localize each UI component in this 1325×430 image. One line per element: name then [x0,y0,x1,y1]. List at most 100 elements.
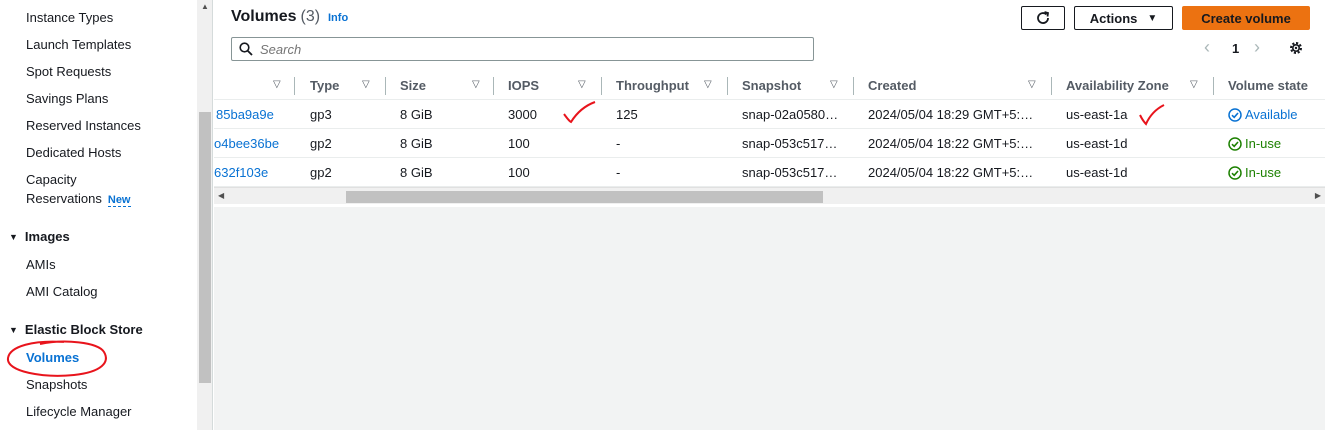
cell-size: 8 GiB [400,136,433,151]
check-circle-icon [1228,107,1242,122]
sort-icon[interactable]: ▽ [830,79,838,90]
column-header-volume-state[interactable]: Volume state [1228,78,1308,93]
cell-type: gp3 [310,107,332,122]
scroll-left-arrow-icon[interactable]: ◀ [218,191,224,200]
table-row[interactable]: 85ba9a9e gp3 8 GiB 3000 125 snap-02a0580… [214,100,1325,129]
cell-iops: 100 [508,136,530,151]
sidebar-item-dedicated-hosts[interactable]: Dedicated Hosts [26,145,121,160]
sort-icon[interactable]: ▽ [704,79,712,90]
column-header-type[interactable]: Type [310,78,339,93]
volume-id-link[interactable]: 85ba9a9e [216,107,274,122]
refresh-button[interactable] [1021,6,1065,30]
sidebar-item-label: Capacity [26,172,77,187]
cell-size: 8 GiB [400,107,433,122]
column-header-size[interactable]: Size [400,78,426,93]
column-divider[interactable] [727,77,728,95]
column-header-created[interactable]: Created [868,78,916,93]
preferences-button[interactable] [1288,40,1304,61]
cell-throughput: - [616,136,621,151]
scroll-right-arrow-icon[interactable]: ▶ [1315,191,1321,200]
sidebar-group-images[interactable]: ▼ Images [9,229,70,244]
sort-icon[interactable]: ▽ [1028,79,1036,90]
previous-page-button[interactable]: ‹ [1204,37,1210,58]
sort-icon[interactable]: ▽ [578,79,586,90]
cell-snapshot[interactable]: snap-053c517… [742,136,837,151]
status-text: Available [1245,107,1298,122]
sort-icon[interactable]: ▽ [472,79,480,90]
table-horizontal-scrollbar[interactable]: ◀ ▶ [214,187,1325,204]
column-divider[interactable] [294,77,295,95]
column-divider[interactable] [385,77,386,95]
column-divider[interactable] [493,77,494,95]
sidebar-item-savings-plans[interactable]: Savings Plans [26,91,108,106]
sort-icon[interactable]: ▽ [273,79,281,90]
cell-iops: 3000 [508,107,537,122]
caret-down-icon: ▼ [9,232,18,242]
column-header-throughput[interactable]: Throughput [616,78,689,93]
sidebar-group-elastic-block-store[interactable]: ▼ Elastic Block Store [9,322,143,337]
column-divider[interactable] [601,77,602,95]
sort-icon[interactable]: ▽ [1190,79,1198,90]
page-title: Volumes (3) [231,8,320,26]
search-input[interactable] [260,41,800,57]
column-header-availability-zone[interactable]: Availability Zone [1066,78,1169,93]
volume-id-link[interactable]: o4bee36be [214,136,279,151]
sidebar-item-launch-templates[interactable]: Launch Templates [26,37,131,52]
column-header-iops[interactable]: IOPS [508,78,539,93]
sidebar-item-spot-requests[interactable]: Spot Requests [26,64,111,79]
cell-created: 2024/05/04 18:29 GMT+5:… [868,107,1034,122]
status-badge: In-use [1228,165,1281,180]
volume-count: (3) [300,8,321,25]
main-content: Volumes(3) Info Actions ▼ Create volume [214,0,1325,430]
column-divider[interactable] [1051,77,1052,95]
search-bar[interactable] [231,37,814,61]
column-divider[interactable] [1213,77,1214,95]
cell-created: 2024/05/04 18:22 GMT+5:… [868,165,1034,180]
page-number[interactable]: 1 [1232,41,1239,56]
new-badge: New [107,194,131,207]
sidebar-scrollbar-thumb[interactable] [199,112,211,383]
sidebar-item-volumes[interactable]: Volumes [26,350,79,365]
sidebar-item-lifecycle-manager[interactable]: Lifecycle Manager [26,404,132,419]
cell-availability-zone: us-east-1d [1066,165,1128,180]
sidebar-item-ami-catalog[interactable]: AMI Catalog [26,284,98,299]
sidebar-group-label: Elastic Block Store [24,322,143,337]
check-circle-icon [1228,165,1242,180]
sidebar-item-capacity-reservations-line2[interactable]: Reservations New [26,191,131,207]
column-divider[interactable] [853,77,854,95]
sidebar-item-instance-types[interactable]: Instance Types [26,10,113,25]
create-volume-button[interactable]: Create volume [1182,6,1310,30]
cell-snapshot[interactable]: snap-02a0580… [742,107,838,122]
sort-icon[interactable]: ▽ [362,79,370,90]
info-link[interactable]: Info [328,12,348,24]
cell-availability-zone: us-east-1a [1066,107,1128,122]
actions-dropdown[interactable]: Actions ▼ [1074,6,1173,30]
cell-snapshot[interactable]: snap-053c517… [742,165,837,180]
table-row[interactable]: 632f103e gp2 8 GiB 100 - snap-053c517… 2… [214,158,1325,187]
search-icon [232,42,260,56]
horizontal-scrollbar-thumb[interactable] [346,191,823,203]
volume-id-link[interactable]: 632f103e [214,165,268,180]
column-header-snapshot[interactable]: Snapshot [742,78,801,93]
sidebar-item-reserved-instances[interactable]: Reserved Instances [26,118,141,133]
cell-size: 8 GiB [400,165,433,180]
table-header: ▽ Type ▽ Size ▽ IOPS ▽ Throughput ▽ Snap… [214,71,1325,100]
scroll-up-arrow-icon[interactable]: ▲ [201,2,209,11]
sidebar-item-capacity-reservations[interactable]: Capacity [26,172,77,187]
status-badge: In-use [1228,136,1281,151]
sidebar-item-amis[interactable]: AMIs [26,257,56,272]
check-circle-icon [1228,136,1242,151]
cell-availability-zone: us-east-1d [1066,136,1128,151]
cell-created: 2024/05/04 18:22 GMT+5:… [868,136,1034,151]
status-text: In-use [1245,165,1282,180]
ec2-console: Instance Types Launch Templates Spot Req… [0,0,1325,430]
title-text: Volumes [231,8,297,25]
next-page-button[interactable]: › [1254,37,1260,58]
sidebar-group-label: Images [24,229,70,244]
sidebar-item-snapshots[interactable]: Snapshots [26,377,87,392]
refresh-icon [1037,11,1050,24]
actions-label: Actions [1089,10,1138,26]
table-row[interactable]: o4bee36be gp2 8 GiB 100 - snap-053c517… … [214,129,1325,158]
cell-type: gp2 [310,136,332,151]
caret-down-icon: ▼ [9,325,18,335]
